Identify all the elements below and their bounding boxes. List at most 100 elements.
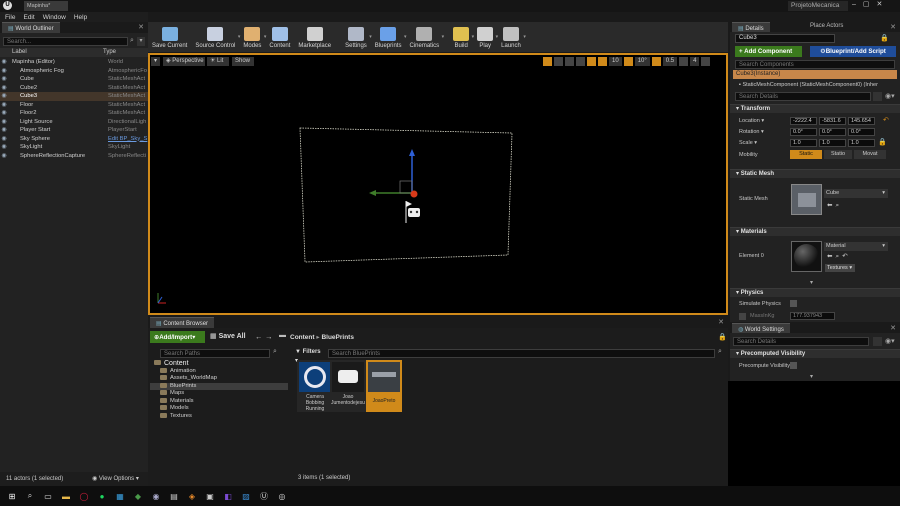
outliner-row[interactable]: ◉ Player Start PlayerStart — [0, 126, 148, 135]
filters-button[interactable]: ▼ Filters ▾ — [295, 348, 325, 364]
opera-icon[interactable]: ◯ — [78, 490, 90, 502]
close-icon[interactable]: ✕ — [890, 324, 896, 332]
search-paths-input[interactable]: Search Paths — [160, 349, 270, 358]
mass-override-checkbox[interactable] — [739, 313, 746, 320]
place-actors-tab[interactable]: Place Actors — [810, 23, 843, 29]
launch-button[interactable]: Launch ▾ — [497, 22, 526, 52]
close-icon[interactable]: ✕ — [138, 23, 144, 31]
location-y-field[interactable]: -5831.6 — [819, 117, 846, 125]
visibility-eye-icon[interactable]: ◉ — [0, 92, 8, 101]
app-icon-6[interactable]: ◎ — [276, 490, 288, 502]
build-button[interactable]: Build ▾ — [449, 22, 474, 52]
blueprints-button[interactable]: Blueprints ▾ — [371, 22, 406, 52]
play-button[interactable]: Play ▾ — [473, 22, 498, 52]
chevron-down-icon[interactable]: ▾ — [442, 34, 445, 40]
visibility-eye-icon[interactable]: ◉ — [0, 58, 8, 67]
mobility-stationary-button[interactable]: Statio — [824, 150, 852, 159]
eye-icon[interactable]: ◉▾ — [885, 337, 897, 346]
spotify-icon[interactable]: ● — [96, 490, 108, 502]
file-explorer-icon[interactable]: ▬ — [60, 490, 72, 502]
details-tab[interactable]: ▤ Details — [732, 22, 770, 32]
breadcrumb-content[interactable]: Content — [290, 334, 315, 341]
menu-file[interactable]: File — [5, 14, 15, 21]
view-options-button[interactable]: ◉ View Options ▾ — [92, 472, 139, 486]
expand-arrow-icon[interactable]: ▾ — [810, 279, 813, 286]
precomputed-visibility-header[interactable]: ▾ Precomputed Visibility — [730, 349, 900, 358]
scale-x-field[interactable]: 1.0 — [790, 139, 817, 147]
close-icon[interactable]: ✕ — [890, 23, 896, 31]
folder-tree-item[interactable]: BluePrints — [150, 382, 288, 390]
outliner-row[interactable]: ◉ Floor StaticMeshAct — [0, 101, 148, 110]
physics-header[interactable]: ▾ Physics — [730, 288, 900, 297]
blender-icon[interactable]: ◈ — [186, 490, 198, 502]
actor-name-field[interactable]: Cube3 — [735, 34, 835, 43]
mesh-asset-tools[interactable]: ⬅⌕ — [827, 201, 842, 210]
menu-window[interactable]: Window — [43, 14, 66, 21]
outliner-row[interactable]: ◉ Floor2 StaticMeshAct — [0, 109, 148, 118]
static-mesh-header[interactable]: ▾ Static Mesh — [730, 169, 900, 178]
world-outliner-tab[interactable]: ▤ World Outliner — [2, 22, 60, 33]
simulate-physics-checkbox[interactable] — [790, 300, 797, 307]
unreal-taskbar-icon[interactable]: Ⓤ — [258, 490, 270, 502]
app-icon-4[interactable]: ▣ — [204, 490, 216, 502]
lock-icon[interactable]: 🔒 — [718, 333, 727, 341]
content-button[interactable]: Content — [265, 22, 294, 52]
outliner-row[interactable]: ◉ Atmospheric Fog AtmosphericFo — [0, 67, 148, 76]
world-settings-tab[interactable]: ◍ World Settings — [732, 323, 790, 333]
app-icon[interactable]: ▦ — [114, 490, 126, 502]
location-x-field[interactable]: -2222.4 — [790, 117, 817, 125]
instance-row[interactable]: Cube3(Instance) — [733, 70, 897, 79]
outliner-row[interactable]: ◉ Cube2 StaticMeshAct — [0, 84, 148, 93]
visibility-eye-icon[interactable]: ◉ — [0, 135, 8, 144]
scale-lock-icon[interactable]: 🔒 — [878, 138, 887, 146]
reset-location-icon[interactable]: ↶ — [883, 116, 889, 124]
window-controls[interactable]: –▢✕ — [852, 0, 889, 8]
search-components-input[interactable]: Search Components — [735, 60, 895, 69]
textures-dropdown[interactable]: Textures ▾ — [825, 264, 855, 272]
steam-icon[interactable]: ◉ — [150, 490, 162, 502]
search-details-input[interactable]: Search Details — [735, 92, 871, 101]
actor-type[interactable]: Edit BP_Sky_S — [108, 135, 148, 144]
outliner-row[interactable]: ◉ Cube3 StaticMeshAct — [0, 92, 148, 101]
menu-help[interactable]: Help — [74, 14, 87, 21]
visual-studio-icon[interactable]: ◧ — [222, 490, 234, 502]
app-icon-5[interactable]: ▨ — [240, 490, 252, 502]
asset-tile-camera-bobbing[interactable]: Camera Bobbing Running — [297, 360, 333, 412]
search-icon[interactable]: ⌕ — [24, 490, 36, 502]
cinematics-button[interactable]: Cinematics ▾ — [405, 22, 445, 52]
source-control-button[interactable]: Source Control ▾ — [191, 22, 240, 52]
rotation-z-field[interactable]: 0.0° — [848, 128, 875, 136]
app-icon-2[interactable]: ◆ — [132, 490, 144, 502]
folder-tree-item[interactable]: Materials — [150, 397, 288, 406]
visibility-eye-icon[interactable]: ◉ — [0, 126, 8, 135]
windows-start-icon[interactable]: ⊞ — [6, 490, 18, 502]
viewport-scene[interactable] — [150, 55, 726, 313]
visibility-eye-icon[interactable]: ◉ — [0, 84, 8, 93]
folder-tree-item[interactable]: Content — [150, 360, 288, 368]
folder-tree-item[interactable]: Models — [150, 405, 288, 413]
save-all-button[interactable]: ▦ Save All — [210, 331, 246, 343]
material-thumbnail[interactable] — [791, 241, 822, 272]
level-viewport[interactable]: ▾ ◈ Perspective ☀ Lit Show 10 10° 0.5 4 — [148, 53, 728, 315]
outliner-row[interactable]: ◉ SphereReflectionCapture SphereReflecti — [0, 152, 148, 161]
static-mesh-component-row[interactable]: ▪ StaticMeshComponent (StaticMeshCompone… — [733, 81, 897, 90]
scale-z-field[interactable]: 1.0 — [848, 139, 875, 147]
expand-arrow-icon[interactable]: ▾ — [810, 373, 813, 380]
outliner-row[interactable]: ◉ Light Source DirectionalLigh — [0, 118, 148, 127]
add-component-button[interactable]: + Add Component — [735, 46, 802, 57]
modes-button[interactable]: Modes ▾ — [239, 22, 266, 52]
location-z-field[interactable]: 145.654 — [848, 117, 875, 125]
grid-view-icon[interactable] — [873, 92, 882, 101]
materials-header[interactable]: ▾ Materials — [730, 227, 900, 236]
asset-tile-joao-preto[interactable]: JoaoPreto — [366, 360, 402, 412]
visibility-eye-icon[interactable]: ◉ — [0, 152, 8, 161]
rotation-y-field[interactable]: 0.0° — [819, 128, 846, 136]
visibility-eye-icon[interactable]: ◉ — [0, 143, 8, 152]
folder-tree-item[interactable]: Maps — [150, 390, 288, 398]
outliner-row[interactable]: ◉ SkyLight SkyLight — [0, 143, 148, 152]
static-mesh-thumbnail[interactable] — [791, 184, 822, 215]
scale-y-field[interactable]: 1.0 — [819, 139, 846, 147]
grid-view-icon[interactable] — [873, 337, 882, 346]
mobility-static-button[interactable]: Static — [790, 150, 822, 159]
blueprint-add-script-button[interactable]: ⚙ Blueprint/Add Script — [810, 46, 896, 57]
